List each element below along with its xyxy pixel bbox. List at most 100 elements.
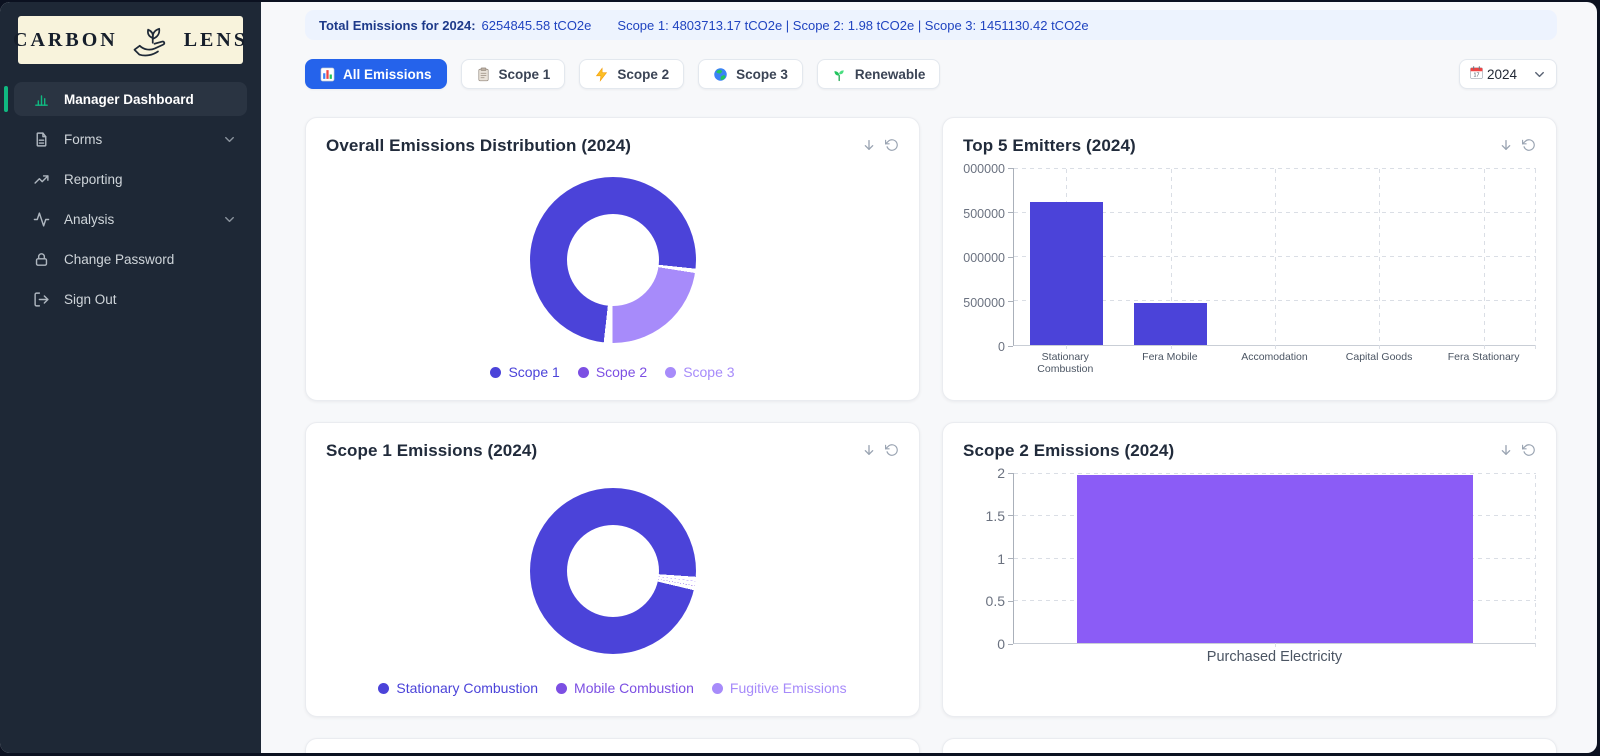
card-overall-distribution: Overall Emissions Distribution (2024) Sc… — [305, 117, 920, 401]
total-emissions-banner: Total Emissions for 2024: 6254845.58 tCO… — [305, 10, 1557, 40]
sidebar-item-label: Sign Out — [64, 292, 117, 307]
x-tick-label: Capital Goods — [1327, 346, 1432, 375]
legend-dot — [712, 683, 723, 694]
activity-icon — [32, 210, 50, 228]
filter-scope-3-button[interactable]: Scope 3 — [698, 59, 803, 89]
x-tick-label: Stationary Combustion — [1013, 346, 1118, 375]
download-icon[interactable] — [861, 443, 877, 459]
legend-label: Scope 1 — [508, 364, 559, 380]
hand-sprout-icon — [126, 18, 176, 63]
refresh-icon[interactable] — [1522, 138, 1536, 154]
logo-text-right: LENS — [184, 29, 248, 52]
sidebar: CARBON LENS Manager Dashboard Forms Report… — [0, 2, 261, 753]
legend-dot — [490, 367, 501, 378]
legend-label: Fugitive Emissions — [730, 680, 847, 696]
y-tick-label: 1.5 — [986, 508, 1005, 524]
chevron-down-icon — [222, 212, 237, 227]
legend-label: Mobile Combustion — [574, 680, 694, 696]
y-tick-label: 000000 — [963, 162, 1005, 176]
banner-breakdown: Scope 1: 4803713.17 tCO2e | Scope 2: 1.9… — [617, 18, 1088, 33]
year-select-value: 2024 — [1487, 67, 1517, 82]
card-top5-emitters: Top 5 Emitters (2024) 050000000000050000… — [942, 117, 1557, 401]
y-tick-label: 000000 — [963, 251, 1005, 265]
banner-label: Total Emissions for 2024: — [319, 18, 476, 33]
card-title: Scope 1 Emissions (2024) — [326, 441, 537, 461]
legend-item-scope-2[interactable]: Scope 2 — [578, 364, 647, 380]
filter-scope-1-button[interactable]: Scope 1 — [461, 59, 566, 89]
legend-item-scope-3[interactable]: Scope 3 — [665, 364, 734, 380]
legend-label: Stationary Combustion — [396, 680, 538, 696]
sidebar-nav: Manager Dashboard Forms Reporting Analysis C… — [0, 82, 261, 316]
chevron-down-icon — [1532, 67, 1547, 82]
banner-total: 6254845.58 tCO2e — [482, 18, 592, 33]
overall-distribution-donut — [530, 177, 696, 343]
x-tick-label: Purchased Electricity — [1013, 644, 1536, 665]
filter-label: Scope 1 — [499, 67, 551, 82]
filter-renewable-button[interactable]: Renewable — [817, 59, 941, 89]
sidebar-item-sign-out[interactable]: Sign Out — [14, 282, 247, 316]
sidebar-item-change-password[interactable]: Change Password — [14, 242, 247, 276]
x-tick-label: Accomodation — [1222, 346, 1327, 375]
legend-dot — [378, 683, 389, 694]
sidebar-item-label: Manager Dashboard — [64, 92, 194, 107]
app-logo: CARBON LENS — [18, 16, 243, 64]
y-tick-label: 0.5 — [986, 593, 1005, 609]
sidebar-item-reporting[interactable]: Reporting — [14, 162, 247, 196]
svg-text:17: 17 — [1474, 73, 1480, 79]
legend-label: Scope 3 — [683, 364, 734, 380]
legend-dot — [665, 367, 676, 378]
refresh-icon[interactable] — [885, 443, 899, 459]
legend-item-fugitive-emissions[interactable]: Fugitive Emissions — [712, 680, 847, 696]
sidebar-item-forms[interactable]: Forms — [14, 122, 247, 156]
bar-stationary-combustion — [1030, 202, 1103, 345]
filter-buttons: All Emissions Scope 1 Scope 2 Scope 3 Renewa… — [305, 59, 940, 89]
x-tick-label: Fera Mobile — [1118, 346, 1223, 375]
y-tick-label: 0 — [998, 340, 1005, 354]
download-icon[interactable] — [1498, 443, 1514, 459]
window-frame: CARBON LENS Manager Dashboard Forms Report… — [0, 0, 1600, 756]
partial-card — [305, 738, 920, 753]
filter-row: All Emissions Scope 1 Scope 2 Scope 3 Renewa… — [305, 59, 1557, 89]
legend-item-mobile-combustion[interactable]: Mobile Combustion — [556, 680, 694, 696]
lock-icon — [32, 250, 50, 268]
filter-scope-2-button[interactable]: Scope 2 — [579, 59, 684, 89]
filter-label: All Emissions — [343, 67, 432, 82]
logo-text-left: CARBON — [13, 29, 118, 52]
legend-dot — [556, 683, 567, 694]
chart-colored-icon — [320, 67, 335, 82]
year-select[interactable]: 17 2024 — [1459, 59, 1557, 89]
legend-dot — [578, 367, 589, 378]
download-icon[interactable] — [1498, 138, 1514, 154]
overall-distribution-legend: Scope 1 Scope 2 Scope 3 — [326, 364, 899, 382]
filter-all-emissions-button[interactable]: All Emissions — [305, 59, 447, 89]
y-tick-label: 0 — [997, 636, 1005, 652]
legend-item-scope-1[interactable]: Scope 1 — [490, 364, 559, 380]
log-out-icon — [32, 290, 50, 308]
filter-label: Scope 3 — [736, 67, 788, 82]
bar-purchased-electricity — [1077, 475, 1474, 643]
scope1-legend: Stationary Combustion Mobile Combustion Fu… — [326, 680, 899, 698]
y-tick-label: 500000 — [963, 207, 1005, 221]
x-tick-label: Fera Stationary — [1431, 346, 1536, 375]
refresh-icon[interactable] — [885, 138, 899, 154]
chevron-down-icon — [222, 132, 237, 147]
y-tick-label: 500000 — [963, 296, 1005, 310]
top5-emitters-chart: 0500000000000500000000000Stationary Comb… — [963, 168, 1536, 375]
file-text-icon — [32, 130, 50, 148]
download-icon[interactable] — [861, 138, 877, 154]
sidebar-item-label: Change Password — [64, 252, 174, 267]
cards-grid: Overall Emissions Distribution (2024) Sc… — [305, 117, 1557, 753]
globe-icon — [713, 67, 728, 82]
calendar-icon: 17 — [1469, 65, 1484, 83]
sidebar-item-manager-dashboard[interactable]: Manager Dashboard — [14, 82, 247, 116]
clipboard-icon — [476, 67, 491, 82]
card-scope2-emissions: Scope 2 Emissions (2024) 00.511.52Purcha… — [942, 422, 1557, 717]
app-screen: CARBON LENS Manager Dashboard Forms Report… — [0, 2, 1597, 753]
card-title: Overall Emissions Distribution (2024) — [326, 136, 631, 156]
zap-icon — [594, 67, 609, 82]
y-tick-label: 1 — [997, 551, 1005, 567]
refresh-icon[interactable] — [1522, 443, 1536, 459]
sidebar-item-analysis[interactable]: Analysis — [14, 202, 247, 236]
legend-item-stationary-combustion[interactable]: Stationary Combustion — [378, 680, 538, 696]
filter-label: Renewable — [855, 67, 926, 82]
